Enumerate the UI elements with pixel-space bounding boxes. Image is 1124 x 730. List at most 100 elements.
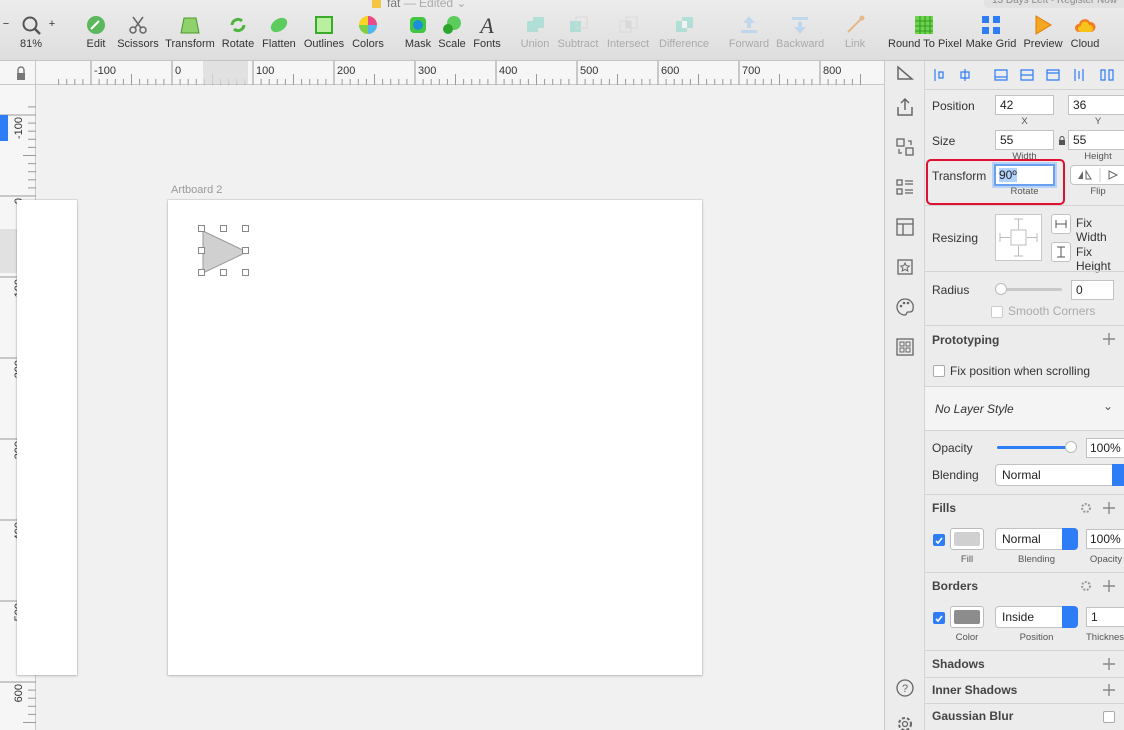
tool-cloud-button[interactable]: Cloud [1069, 14, 1101, 50]
fill-blending-select[interactable]: Normal [995, 528, 1078, 550]
position-y-field[interactable]: 36 [1068, 95, 1124, 115]
tool-preview-button[interactable]: Preview [1022, 14, 1064, 50]
layer-list-icon[interactable] [894, 176, 916, 198]
ruler-corner[interactable] [0, 61, 36, 85]
tool-label: Scissors [117, 38, 159, 50]
radius-slider[interactable] [998, 288, 1062, 291]
selection-handle[interactable] [242, 225, 249, 232]
select-arrows-icon [1112, 464, 1124, 486]
fix-position-checkbox[interactable] [933, 365, 945, 377]
ruler-label: 400 [499, 65, 517, 77]
tool-colors-button[interactable]: Colors [350, 14, 386, 50]
tool-scissors-button[interactable]: Scissors [116, 14, 160, 50]
export-icon[interactable] [894, 96, 916, 118]
border-color-swatch[interactable] [950, 606, 984, 628]
tool-make-grid-button[interactable]: Make Grid [965, 14, 1017, 50]
width-field[interactable]: 55 [995, 130, 1054, 150]
tool-scale-button[interactable]: Scale [437, 14, 467, 50]
opacity-field[interactable]: 100% [1086, 438, 1124, 458]
intersect-icon [619, 16, 638, 33]
canvas[interactable]: Artboard 2 [17, 86, 884, 730]
border-thickness-field[interactable]: 1 [1086, 607, 1124, 627]
tool-outlines-button[interactable]: Outlines [303, 14, 345, 50]
align-icons[interactable] [929, 67, 1124, 83]
selection-handle[interactable] [198, 269, 205, 276]
tool-rotate-button[interactable]: Rotate [220, 14, 256, 50]
selection-handle[interactable] [198, 225, 205, 232]
add-inner-shadow-icon[interactable] [1102, 683, 1116, 697]
settings-gear-icon[interactable] [894, 713, 916, 730]
inner-shadows-header: Inner Shadows [932, 683, 1018, 697]
tool-transform-button[interactable]: Transform [165, 14, 215, 50]
radius-slider-knob[interactable] [995, 283, 1007, 295]
artboard-1[interactable] [17, 200, 77, 675]
position-x-field[interactable]: 42 [995, 95, 1054, 115]
selection-handle[interactable] [242, 269, 249, 276]
tool-forward-button[interactable]: Forward [727, 14, 771, 50]
add-fill-icon[interactable] [1102, 501, 1116, 515]
layer-style-value: No Layer Style [935, 402, 1014, 416]
smooth-corners-checkbox[interactable] [991, 306, 1003, 318]
selection-handle[interactable] [220, 269, 227, 276]
ruler-label: 800 [823, 65, 841, 77]
zoom-control[interactable]: 81% [18, 14, 44, 50]
layout-icon[interactable] [894, 216, 916, 238]
blending-select[interactable]: Normal [995, 464, 1124, 486]
selection-handle[interactable] [242, 247, 249, 254]
tool-link-button[interactable]: Link [841, 14, 869, 50]
tool-mask-button[interactable]: Mask [403, 14, 433, 50]
border-enabled-checkbox[interactable] [933, 612, 945, 624]
thickness-caption: Thickness [1086, 632, 1124, 643]
resizing-constraint-widget[interactable] [995, 214, 1042, 261]
zoom-in-button[interactable]: + [46, 18, 58, 30]
tool-intersect-button[interactable]: Intersect [605, 14, 651, 50]
selection-handle[interactable] [198, 247, 205, 254]
fill-opacity-field[interactable]: 100% [1086, 529, 1124, 549]
height-field[interactable]: 55 [1068, 130, 1124, 150]
mask-icon [410, 17, 426, 33]
fills-header: Fills [932, 501, 957, 515]
radius-field[interactable]: 0 [1071, 280, 1114, 300]
gaussian-blur-header[interactable]: Gaussian Blur [932, 709, 1013, 723]
grid-plugin-icon[interactable] [894, 336, 916, 358]
artboard-2[interactable] [168, 200, 702, 675]
add-prototyping-icon[interactable] [1102, 332, 1116, 346]
lock-proportions-icon[interactable] [1058, 136, 1066, 146]
add-border-icon[interactable] [1102, 579, 1116, 593]
tool-flatten-button[interactable]: Flatten [260, 14, 298, 50]
border-position-select[interactable]: Inside [995, 606, 1078, 628]
link-icon [847, 15, 865, 33]
fix-width-toggle[interactable] [1051, 214, 1071, 234]
fills-settings-gear-icon[interactable] [1079, 501, 1093, 515]
borders-settings-gear-icon[interactable] [1079, 579, 1093, 593]
opacity-slider-knob[interactable] [1065, 441, 1077, 453]
fill-color-swatch[interactable] [950, 528, 984, 550]
tool-difference-button[interactable]: Difference [657, 14, 711, 50]
flip-control[interactable] [1070, 165, 1124, 185]
horizontal-ruler[interactable]: -100 0 100 200 300 400 500 600 700 800 [36, 61, 884, 85]
fix-height-toggle[interactable] [1051, 242, 1071, 262]
tool-backward-button[interactable]: Backward [776, 14, 824, 50]
layer-style-dropdown[interactable]: No Layer Style ⌄ [925, 387, 1124, 430]
tool-round-to-pixel-button[interactable]: Round To Pixel [888, 14, 962, 50]
tool-subtract-button[interactable]: Subtract [555, 14, 601, 50]
favorites-icon[interactable] [894, 256, 916, 278]
tool-union-button[interactable]: Union [518, 14, 552, 50]
help-icon[interactable]: ? [894, 677, 916, 699]
palette-icon[interactable] [894, 296, 916, 318]
tool-fonts-button[interactable]: A Fonts [472, 14, 502, 50]
ruler-tool-icon[interactable] [894, 63, 916, 85]
add-shadow-icon[interactable] [1102, 657, 1116, 671]
fill-enabled-checkbox[interactable] [933, 534, 945, 546]
shadows-header: Shadows [932, 657, 985, 671]
flip-caption: Flip [1090, 186, 1106, 197]
symbols-icon[interactable] [894, 136, 916, 158]
flip-icons[interactable] [1071, 166, 1124, 184]
artboard-label[interactable]: Artboard 2 [171, 184, 222, 196]
selection-handle[interactable] [220, 225, 227, 232]
tool-edit-button[interactable]: Edit [83, 14, 109, 50]
zoom-out-button[interactable]: − [0, 18, 12, 30]
trial-badge[interactable]: 13 Days Left - Register Now [984, 0, 1124, 8]
gaussian-blur-checkbox[interactable] [1103, 711, 1115, 723]
flatten-icon [270, 17, 288, 33]
